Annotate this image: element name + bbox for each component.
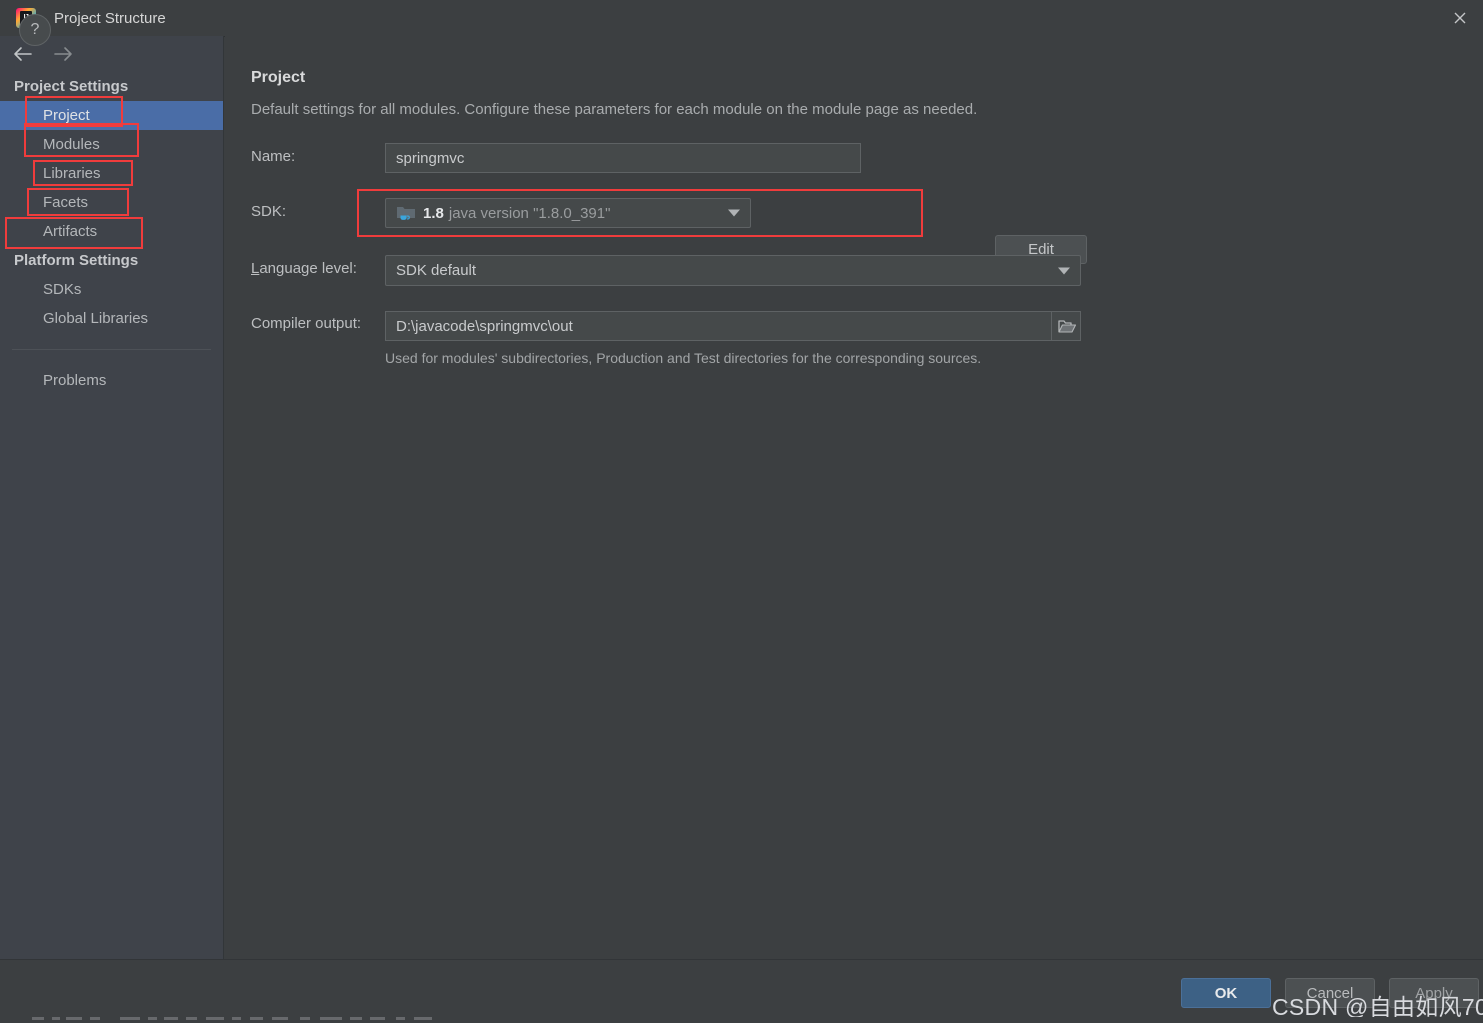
ok-button[interactable]: OK xyxy=(1181,978,1271,1008)
sdk-description: java version "1.8.0_391" xyxy=(448,204,611,222)
language-level-label-rest: anguage level: xyxy=(259,260,357,277)
name-input[interactable]: springmvc xyxy=(385,143,861,173)
language-level-label: Language level: xyxy=(251,260,357,277)
compiler-output-input[interactable]: D:\javacode\springmvc\out xyxy=(385,311,1081,341)
sidebar-item-facets[interactable]: Facets xyxy=(0,188,223,217)
arrow-right-icon[interactable] xyxy=(50,43,76,65)
sidebar-item-sdks[interactable]: SDKs xyxy=(0,275,223,304)
project-settings-panel: Project Default settings for all modules… xyxy=(225,36,1483,959)
cancel-button[interactable]: Cancel xyxy=(1285,978,1375,1008)
compiler-output-label: Compiler output: xyxy=(251,315,362,332)
sidebar-group-header-platform-settings: Platform Settings xyxy=(14,252,139,269)
window-title: Project Structure xyxy=(54,9,166,27)
apply-button[interactable]: Apply xyxy=(1389,978,1479,1008)
sdk-combobox[interactable]: 1.8 java version "1.8.0_391" xyxy=(385,198,751,228)
language-level-value: SDK default xyxy=(396,262,477,279)
sidebar-item-modules[interactable]: Modules xyxy=(0,130,223,159)
sdk-label: SDK: xyxy=(251,203,287,220)
sidebar-item-libraries[interactable]: Libraries xyxy=(0,159,223,188)
arrow-left-icon[interactable] xyxy=(10,43,36,65)
sidebar-item-problems[interactable]: Problems xyxy=(0,366,223,395)
chevron-down-icon[interactable] xyxy=(1058,267,1070,274)
question-mark-icon[interactable]: ? xyxy=(19,14,51,46)
window-title-bar: IJ Project Structure xyxy=(0,0,1483,37)
sidebar-group-header-project-settings: Project Settings xyxy=(14,78,129,95)
settings-sidebar: Project Settings Project Modules Librari… xyxy=(0,36,224,959)
sidebar-divider xyxy=(12,349,211,350)
java-sdk-folder-icon xyxy=(396,204,416,222)
clipped-background-window-edge xyxy=(0,1017,1483,1023)
sidebar-item-global-libraries[interactable]: Global Libraries xyxy=(0,304,223,333)
compiler-output-helper-text: Used for modules' subdirectories, Produc… xyxy=(385,350,982,366)
name-label: Name: xyxy=(251,148,296,165)
chevron-down-icon[interactable] xyxy=(728,209,740,217)
close-icon[interactable] xyxy=(1437,0,1483,36)
language-level-combobox[interactable]: SDK default xyxy=(385,255,1081,286)
sidebar-item-artifacts[interactable]: Artifacts xyxy=(0,217,223,246)
sdk-version: 1.8 xyxy=(423,204,444,222)
sidebar-item-project[interactable]: Project xyxy=(0,101,223,130)
page-title: Project xyxy=(251,69,306,86)
page-subtitle: Default settings for all modules. Config… xyxy=(251,101,978,118)
folder-open-icon[interactable] xyxy=(1051,311,1081,341)
